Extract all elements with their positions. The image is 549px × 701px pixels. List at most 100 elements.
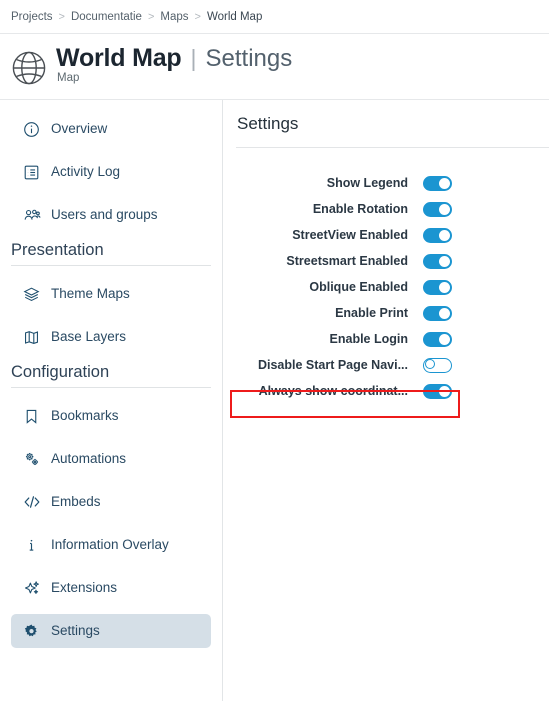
toggle-knob xyxy=(439,281,450,293)
globe-icon xyxy=(11,50,47,86)
setting-row-enable-rotation: Enable Rotation xyxy=(236,196,549,222)
section-divider xyxy=(11,387,211,388)
map-icon xyxy=(22,328,41,347)
code-icon xyxy=(22,493,41,512)
breadcrumb-item-world-map[interactable]: World Map xyxy=(207,11,262,23)
toggle-knob xyxy=(439,333,450,345)
setting-label: Disable Start Page Navi... xyxy=(257,358,408,372)
setting-label: Enable Rotation xyxy=(312,202,408,216)
bookmark-icon xyxy=(22,407,41,426)
sparkles-icon xyxy=(22,579,41,598)
sidebar-item-overview[interactable]: Overview xyxy=(11,112,211,146)
toggle-streetsmart-enabled[interactable] xyxy=(423,253,452,269)
sidebar-section-configuration: Configuration xyxy=(11,363,110,381)
setting-row-show-legend: Show Legend xyxy=(236,170,549,196)
settings-list: Show Legend Enable Rotation StreetView E… xyxy=(236,170,549,404)
toggle-knob xyxy=(439,307,450,319)
sidebar-item-label: Embeds xyxy=(51,494,101,510)
panel-divider xyxy=(236,147,549,148)
toggle-streetview-enabled[interactable] xyxy=(423,227,452,243)
setting-control xyxy=(423,253,452,269)
title-divider: | xyxy=(190,45,197,71)
info-i-icon xyxy=(22,536,41,555)
section-divider xyxy=(11,265,211,266)
toggle-knob xyxy=(439,255,450,267)
layers-icon xyxy=(22,285,41,304)
setting-label: Always show coordinat... xyxy=(258,384,408,398)
setting-control xyxy=(423,201,452,217)
breadcrumb-item-maps[interactable]: Maps xyxy=(160,11,188,23)
setting-control xyxy=(423,227,452,243)
sidebar-item-activity-log[interactable]: Activity Log xyxy=(11,155,211,189)
sidebar-item-label: Overview xyxy=(51,121,108,137)
toggle-knob xyxy=(439,203,450,215)
settings-panel: Settings Show Legend Enable Rotation Str… xyxy=(223,100,549,701)
breadcrumb-separator: > xyxy=(58,10,65,23)
toggle-disable-start-page-navigation[interactable] xyxy=(423,357,452,373)
setting-control xyxy=(423,357,452,373)
toggle-knob xyxy=(439,177,450,189)
toggle-enable-login[interactable] xyxy=(423,331,452,347)
sidebar-item-label: Extensions xyxy=(51,580,118,596)
page-type-caption: Map xyxy=(57,72,80,84)
sidebar-item-extensions[interactable]: Extensions xyxy=(11,571,211,605)
panel-title: Settings xyxy=(237,114,299,133)
main-area: Overview Activity Log Users and groups P… xyxy=(0,100,549,701)
toggle-always-show-coordinates[interactable] xyxy=(423,383,452,399)
setting-control xyxy=(423,383,452,399)
gears-icon xyxy=(22,450,41,469)
toggle-oblique-enabled[interactable] xyxy=(423,279,452,295)
page-title: World Map xyxy=(56,44,182,72)
sidebar-item-label: Settings xyxy=(51,623,100,639)
sidebar: Overview Activity Log Users and groups P… xyxy=(0,100,223,701)
sidebar-item-base-layers[interactable]: Base Layers xyxy=(11,320,211,354)
setting-label: Enable Login xyxy=(329,332,408,346)
setting-row-streetsmart-enabled: Streetsmart Enabled xyxy=(236,248,549,274)
sidebar-item-label: Information Overlay xyxy=(51,537,169,553)
setting-control xyxy=(423,331,452,347)
breadcrumb-item-documentatie[interactable]: Documentatie xyxy=(71,11,142,23)
toggle-enable-print[interactable] xyxy=(423,305,452,321)
gear-icon xyxy=(22,622,41,641)
setting-row-enable-print: Enable Print xyxy=(236,300,549,326)
users-icon xyxy=(22,206,41,225)
page-subtitle: Settings xyxy=(205,45,293,72)
sidebar-item-label: Activity Log xyxy=(51,164,121,180)
sidebar-item-users-and-groups[interactable]: Users and groups xyxy=(11,198,211,232)
breadcrumb: Projects > Documentatie > Maps > World M… xyxy=(0,0,549,34)
sidebar-item-settings[interactable]: Settings xyxy=(11,614,211,648)
setting-label: Show Legend xyxy=(326,176,408,190)
setting-control xyxy=(423,305,452,321)
setting-control xyxy=(423,279,452,295)
setting-row-disable-start-page-navigation: Disable Start Page Navi... xyxy=(236,352,549,378)
sidebar-item-embeds[interactable]: Embeds xyxy=(11,485,211,519)
toggle-knob xyxy=(439,385,450,397)
sidebar-item-label: Automations xyxy=(51,451,127,467)
sidebar-item-information-overlay[interactable]: Information Overlay xyxy=(11,528,211,562)
setting-row-oblique-enabled: Oblique Enabled xyxy=(236,274,549,300)
sidebar-item-theme-maps[interactable]: Theme Maps xyxy=(11,277,211,311)
breadcrumb-separator: > xyxy=(194,10,201,23)
toggle-enable-rotation[interactable] xyxy=(423,201,452,217)
setting-row-streetview-enabled: StreetView Enabled xyxy=(236,222,549,248)
setting-label: Enable Print xyxy=(335,306,408,320)
sidebar-item-label: Base Layers xyxy=(51,329,127,345)
sidebar-item-label: Bookmarks xyxy=(51,408,119,424)
sidebar-item-label: Theme Maps xyxy=(51,286,130,302)
setting-row-enable-login: Enable Login xyxy=(236,326,549,352)
sidebar-item-automations[interactable]: Automations xyxy=(11,442,211,476)
breadcrumb-item-projects[interactable]: Projects xyxy=(11,11,53,23)
setting-control xyxy=(423,175,452,191)
sidebar-item-label: Users and groups xyxy=(51,207,158,223)
setting-row-always-show-coordinates: Always show coordinat... xyxy=(236,378,549,404)
setting-label: Oblique Enabled xyxy=(309,280,408,294)
setting-label: Streetsmart Enabled xyxy=(286,254,408,268)
sidebar-section-presentation: Presentation xyxy=(11,241,104,259)
info-circle-icon xyxy=(22,120,41,139)
toggle-show-legend[interactable] xyxy=(423,175,452,191)
list-document-icon xyxy=(22,163,41,182)
sidebar-item-bookmarks[interactable]: Bookmarks xyxy=(11,399,211,433)
page-header: World Map | Settings Map xyxy=(0,34,549,100)
setting-label: StreetView Enabled xyxy=(292,228,408,242)
toggle-knob xyxy=(424,359,435,369)
